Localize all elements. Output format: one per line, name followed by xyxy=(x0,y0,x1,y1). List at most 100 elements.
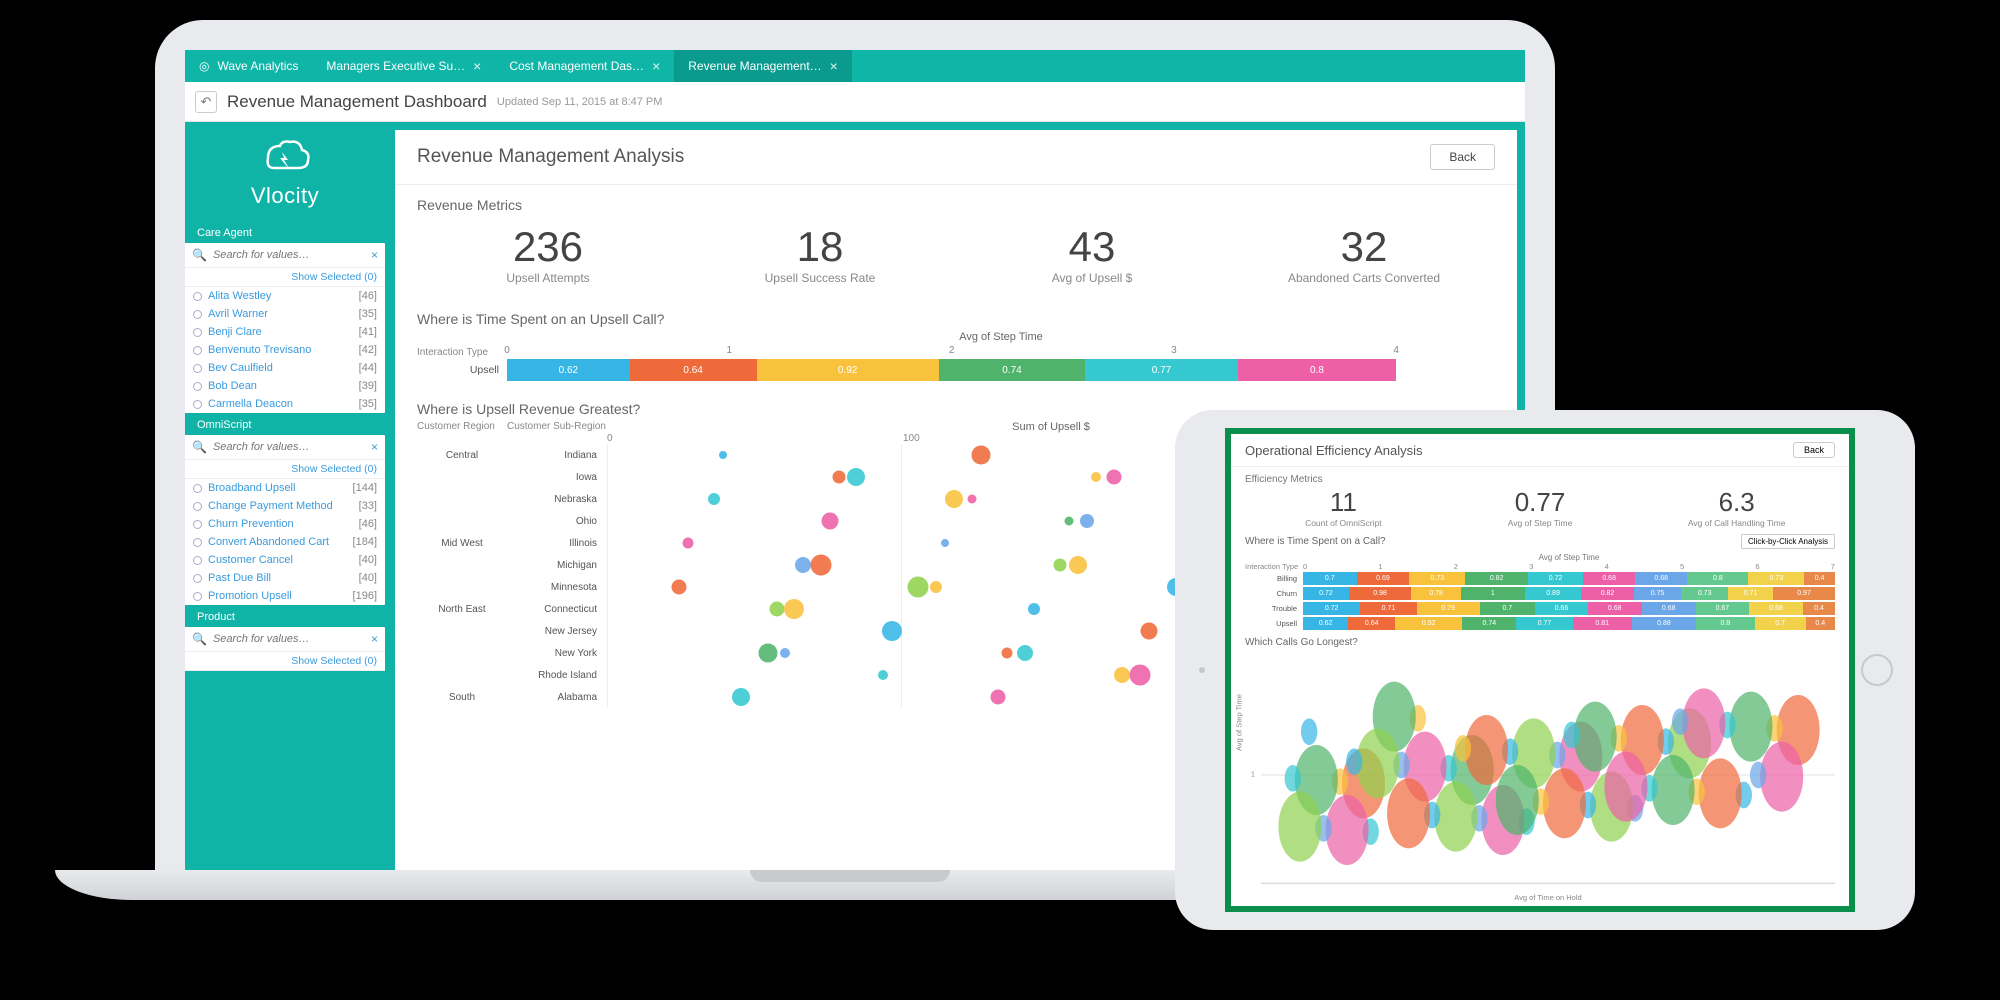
bubble-dot[interactable] xyxy=(945,490,963,508)
bar-segment[interactable]: 0.8 xyxy=(1238,359,1396,381)
bubble-dot[interactable] xyxy=(1434,782,1477,852)
bubble-dot[interactable] xyxy=(821,513,838,530)
close-icon[interactable]: × xyxy=(830,58,838,74)
bar-segment[interactable]: 0.68 xyxy=(1749,602,1803,615)
bar-segment[interactable]: 0.7 xyxy=(1480,602,1536,615)
bubble-dot[interactable] xyxy=(1699,758,1742,828)
bar-segment[interactable]: 0.81 xyxy=(1573,617,1632,630)
facet-item[interactable]: Benji Clare[41] xyxy=(185,323,385,341)
clear-icon[interactable]: × xyxy=(371,632,378,646)
bar-segment[interactable]: 0.66 xyxy=(1535,602,1587,615)
bar-segment[interactable]: 0.73 xyxy=(1409,572,1465,585)
facet-item[interactable]: Alita Westley[46] xyxy=(185,287,385,305)
facet-item[interactable]: Broadband Upsell[144] xyxy=(185,479,385,497)
bar-segment[interactable]: 0.4 xyxy=(1804,572,1835,585)
bar-segment[interactable]: 0.92 xyxy=(1395,617,1462,630)
bubble-dot[interactable] xyxy=(780,648,790,658)
bubble-dot[interactable] xyxy=(1091,472,1101,482)
bar-segment[interactable]: 0.4 xyxy=(1803,602,1835,615)
bubble-dot[interactable] xyxy=(832,471,845,484)
bar-segment[interactable]: 0.64 xyxy=(630,359,757,381)
bar-segment[interactable]: 0.62 xyxy=(507,359,630,381)
bubble-dot[interactable] xyxy=(941,539,949,547)
bubble-dot[interactable] xyxy=(1080,514,1094,528)
bubble-dot[interactable] xyxy=(930,581,942,593)
bar-segment[interactable]: 0.77 xyxy=(1085,359,1237,381)
bar-segment[interactable]: 1 xyxy=(1461,587,1525,600)
undo-button[interactable]: ↶ xyxy=(195,91,217,113)
facet-item[interactable]: Benvenuto Trevisano[42] xyxy=(185,341,385,359)
bubble-dot[interactable] xyxy=(1682,688,1725,758)
bubble-dot[interactable] xyxy=(1017,645,1033,661)
bubble-dot[interactable] xyxy=(758,644,777,663)
bubble-dot[interactable] xyxy=(991,690,1006,705)
bar-segment[interactable]: 0.98 xyxy=(1349,587,1411,600)
close-icon[interactable]: × xyxy=(473,58,481,74)
bar-segment[interactable]: 0.7 xyxy=(1755,617,1806,630)
bubble-dot[interactable] xyxy=(1496,765,1539,835)
tab-cost-management[interactable]: Cost Management Das… × xyxy=(495,50,674,82)
show-selected-link[interactable]: Show Selected (0) xyxy=(185,460,385,479)
bubble-dot[interactable] xyxy=(708,493,720,505)
bar-segment[interactable]: 0.71 xyxy=(1728,587,1773,600)
bar-segment[interactable]: 0.7 xyxy=(1303,572,1357,585)
bubble-dot[interactable] xyxy=(795,557,811,573)
bar-segment[interactable]: 0.67 xyxy=(1696,602,1749,615)
bar-segment[interactable]: 0.62 xyxy=(1303,617,1348,630)
bar-segment[interactable]: 0.73 xyxy=(1748,572,1804,585)
bar-segment[interactable]: 0.68 xyxy=(1588,602,1642,615)
bar-segment[interactable]: 0.77 xyxy=(1516,617,1572,630)
facet-item[interactable]: Change Payment Method[33] xyxy=(185,497,385,515)
bar-segment[interactable]: 0.88 xyxy=(1632,617,1696,630)
facet-item[interactable]: Promotion Upsell[196] xyxy=(185,587,385,605)
bar-segment[interactable]: 0.82 xyxy=(1465,572,1528,585)
bubble-dot[interactable] xyxy=(732,688,750,706)
tab-revenue-management[interactable]: Revenue Management… × xyxy=(674,50,852,82)
bar-segment[interactable]: 0.75 xyxy=(1634,587,1682,600)
bubble-dot[interactable] xyxy=(1069,556,1087,574)
bubble-dot[interactable] xyxy=(769,602,784,617)
clear-icon[interactable]: × xyxy=(371,248,378,262)
show-selected-link[interactable]: Show Selected (0) xyxy=(185,268,385,287)
facet-item[interactable]: Customer Cancel[40] xyxy=(185,551,385,569)
back-button[interactable]: Back xyxy=(1430,144,1495,170)
bubble-dot[interactable] xyxy=(1672,708,1688,735)
bar-segment[interactable]: 0.74 xyxy=(939,359,1086,381)
facet-item[interactable]: Churn Prevention[46] xyxy=(185,515,385,533)
bubble-dot[interactable] xyxy=(671,580,686,595)
bar-segment[interactable]: 0.92 xyxy=(757,359,939,381)
tab-managers-executive[interactable]: Managers Executive Su… × xyxy=(312,50,495,82)
clear-icon[interactable]: × xyxy=(371,440,378,454)
bubble-dot[interactable] xyxy=(882,621,902,641)
bubble-dot[interactable] xyxy=(1750,762,1766,789)
bar-segment[interactable]: 0.68 xyxy=(1583,572,1635,585)
facet-item[interactable]: Convert Abandoned Cart[184] xyxy=(185,533,385,551)
bar-segment[interactable]: 0.4 xyxy=(1806,617,1835,630)
bar-segment[interactable]: 0.79 xyxy=(1417,602,1480,615)
bar-segment[interactable]: 0.71 xyxy=(1360,602,1416,615)
bar-segment[interactable]: 0.72 xyxy=(1303,587,1349,600)
bar-segment[interactable]: 0.69 xyxy=(1357,572,1410,585)
bubble-dot[interactable] xyxy=(719,451,727,459)
bubble-dot[interactable] xyxy=(682,538,693,549)
bubble-dot[interactable] xyxy=(810,555,831,576)
click-by-click-button[interactable]: Click-by-Click Analysis xyxy=(1741,534,1835,549)
bar-segment[interactable]: 0.68 xyxy=(1635,572,1687,585)
bar-segment[interactable]: 0.82 xyxy=(1581,587,1633,600)
bubble-dot[interactable] xyxy=(1574,702,1617,772)
bubble-dot[interactable] xyxy=(1106,470,1121,485)
tablet-home-button[interactable] xyxy=(1861,654,1893,686)
bar-segment[interactable]: 0.8 xyxy=(1687,572,1748,585)
bubble-dot[interactable] xyxy=(1346,748,1362,775)
bubble-dot[interactable] xyxy=(1563,722,1579,749)
bar-segment[interactable]: 0.89 xyxy=(1525,587,1582,600)
bubble-dot[interactable] xyxy=(1465,715,1508,785)
bubble-dot[interactable] xyxy=(1387,778,1430,848)
bubble-dot[interactable] xyxy=(1285,765,1301,792)
bubble-dot[interactable] xyxy=(1065,517,1074,526)
bubble-dot[interactable] xyxy=(1028,603,1040,615)
bubble-dot[interactable] xyxy=(967,495,976,504)
app-name-tab[interactable]: ◎ Wave Analytics xyxy=(185,50,312,82)
bar-segment[interactable]: 0.8 xyxy=(1696,617,1754,630)
facet-item[interactable]: Past Due Bill[40] xyxy=(185,569,385,587)
